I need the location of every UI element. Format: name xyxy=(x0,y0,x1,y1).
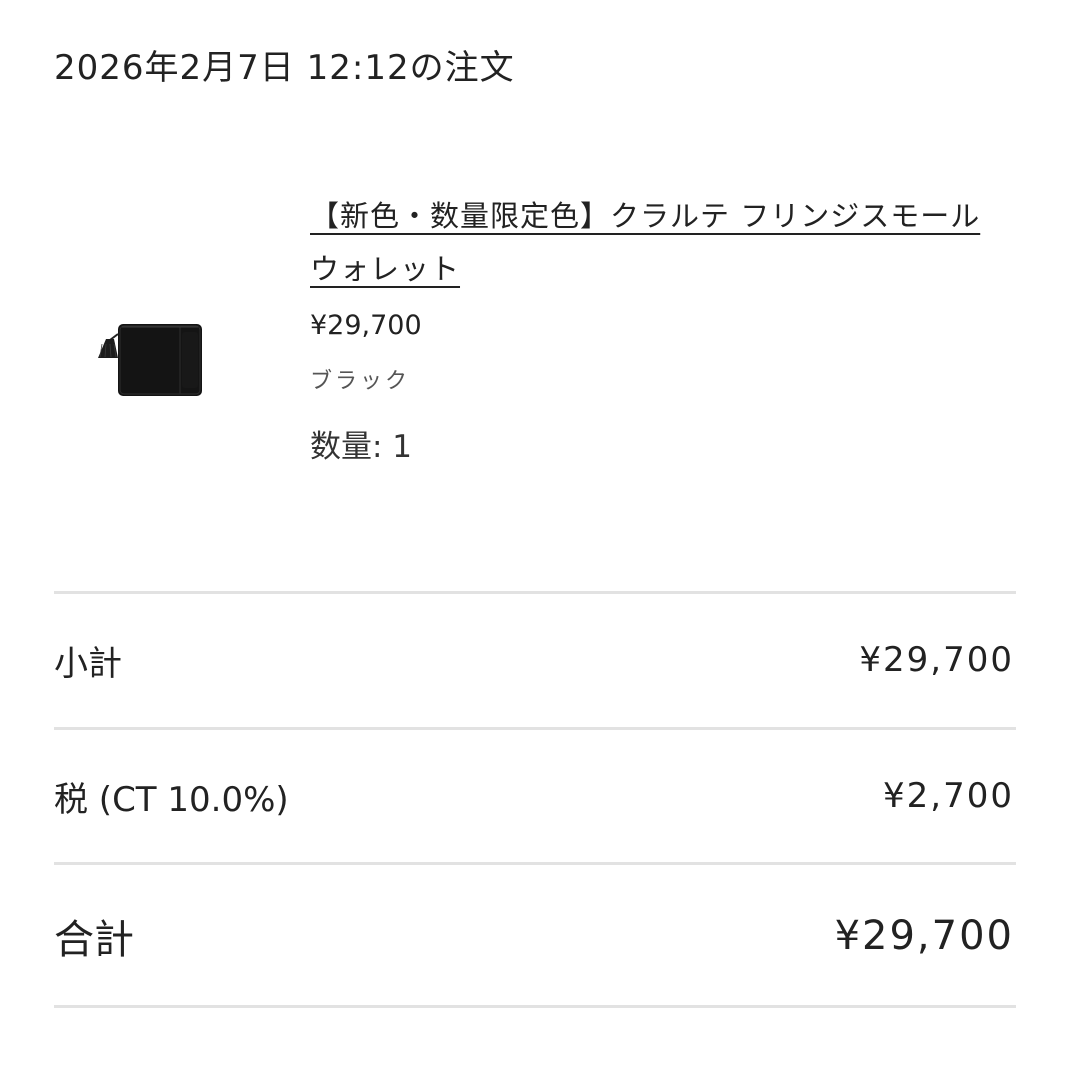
product-variant: ブラック xyxy=(310,369,411,394)
tax-row: 税 (CT 10.0%) ¥2,700 xyxy=(54,771,1014,821)
tax-label: 税 (CT 10.0%) xyxy=(54,779,289,820)
divider xyxy=(54,1005,1016,1008)
total-value: ¥29,700 xyxy=(834,913,1014,959)
total-row: 合計 ¥29,700 xyxy=(54,908,1014,964)
wallet-image-icon xyxy=(98,324,202,396)
divider xyxy=(54,862,1016,865)
subtotal-row: 小計 ¥29,700 xyxy=(54,635,1014,685)
total-label: 合計 xyxy=(54,917,134,963)
subtotal-label: 小計 xyxy=(54,643,122,684)
tax-value: ¥2,700 xyxy=(883,776,1014,816)
product-details: 【新色・数量限定色】クラルテ フリンジスモールウォレット ¥29,700 ブラッ… xyxy=(310,190,1000,466)
product-image[interactable] xyxy=(84,310,214,410)
divider xyxy=(54,591,1016,594)
order-line-item: 【新色・数量限定色】クラルテ フリンジスモールウォレット ¥29,700 ブラッ… xyxy=(54,190,1016,530)
subtotal-value: ¥29,700 xyxy=(859,640,1014,680)
product-price: ¥29,700 xyxy=(310,310,422,341)
product-name-link[interactable]: 【新色・数量限定色】クラルテ フリンジスモールウォレット xyxy=(310,190,1000,296)
product-quantity: 数量: 1 xyxy=(310,429,413,465)
divider xyxy=(54,727,1016,730)
order-title: 2026年2月7日 12:12の注文 xyxy=(54,48,515,88)
